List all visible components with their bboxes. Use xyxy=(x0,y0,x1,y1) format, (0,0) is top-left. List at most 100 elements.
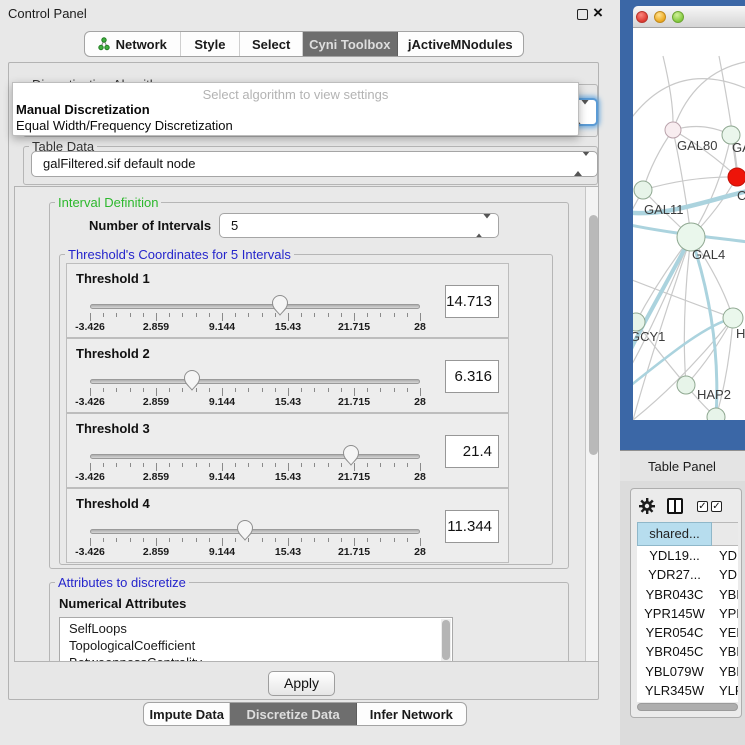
table-row[interactable]: YIL052CYIL0 xyxy=(637,700,738,702)
cell-shared-name[interactable]: YDR27... xyxy=(637,565,712,584)
tick-mark xyxy=(341,313,342,317)
network-edge[interactable] xyxy=(673,62,745,130)
dropdown-option-equal-width[interactable]: Equal Width/Frequency Discretization xyxy=(16,118,233,133)
network-edge[interactable] xyxy=(633,278,733,318)
cell-shared-name[interactable]: YPR145W xyxy=(637,604,712,623)
table-row[interactable]: YDR27...YDR2 xyxy=(637,565,738,584)
number-of-intervals-value: 5 xyxy=(231,218,238,233)
close-icon[interactable]: × xyxy=(593,3,603,23)
tab-infer-network[interactable]: Infer Network xyxy=(357,703,466,725)
horizontal-scrollbar[interactable] xyxy=(637,703,738,712)
apply-button[interactable]: Apply xyxy=(268,671,335,696)
slider-track[interactable] xyxy=(90,304,420,309)
threshold-value-field[interactable]: 6.316 xyxy=(445,360,499,393)
zoom-traffic-light-icon[interactable] xyxy=(672,11,684,23)
numerical-attributes-list[interactable]: SelfLoopsTopologicalCoefficientBetweenne… xyxy=(59,617,453,662)
tick-mark xyxy=(196,388,197,392)
network-edge[interactable] xyxy=(684,237,691,385)
cell-name[interactable]: YBR0 xyxy=(712,585,738,604)
tick-mark xyxy=(116,463,117,467)
cell-name[interactable]: YDR2 xyxy=(712,565,738,584)
slider-track[interactable] xyxy=(90,454,420,459)
scrollbar-thumb[interactable] xyxy=(589,215,598,455)
tick-mark xyxy=(380,538,381,542)
tick-mark xyxy=(394,313,395,317)
cell-name[interactable]: YBR0 xyxy=(712,642,738,661)
tab-impute-data[interactable]: Impute Data xyxy=(144,703,230,725)
network-node[interactable] xyxy=(707,408,725,420)
tab-cyni-toolbox[interactable]: Cyni Toolbox xyxy=(303,32,398,56)
table-row[interactable]: YLR345WYLR3 xyxy=(637,681,738,700)
gear-icon[interactable] xyxy=(639,498,655,514)
slider-track[interactable] xyxy=(90,529,420,534)
tab-jactivemnodules[interactable]: jActiveMNodules xyxy=(398,32,523,56)
table-row[interactable]: YBR045CYBR0 xyxy=(637,642,738,661)
table-data-combobox[interactable]: galFiltered.sif default node xyxy=(31,151,598,177)
network-node-c[interactable] xyxy=(728,168,745,186)
table-row[interactable]: YDL19...YDL1 xyxy=(637,546,738,565)
cell-name[interactable]: YIL0 xyxy=(712,700,738,702)
tick-mark xyxy=(130,538,131,542)
cell-shared-name[interactable]: YBL079W xyxy=(637,662,712,681)
cell-shared-name[interactable]: YER054C xyxy=(637,623,712,642)
cell-name[interactable]: YLR3 xyxy=(712,681,738,700)
threshold-value-field[interactable]: 14.713 xyxy=(445,285,499,318)
tick-mark xyxy=(196,538,197,542)
attribute-list-item[interactable]: SelfLoops xyxy=(60,620,452,637)
cell-name[interactable]: YPR1 xyxy=(712,604,738,623)
threshold-value-field[interactable]: 11.344 xyxy=(445,510,499,543)
column-header-shared-name[interactable]: shared... xyxy=(637,522,712,546)
cell-shared-name[interactable]: YLR345W xyxy=(637,681,712,700)
network-node-hap2[interactable] xyxy=(677,376,695,394)
table-row[interactable]: YBL079WYBL0 xyxy=(637,662,738,681)
network-edge[interactable] xyxy=(643,130,673,190)
network-edge[interactable] xyxy=(643,177,737,190)
number-of-intervals-combobox[interactable]: 5 xyxy=(219,213,499,238)
node-table[interactable]: shared... na YDL19...YDL1YDR27...YDR2YBR… xyxy=(637,522,738,702)
list-scrollbar[interactable] xyxy=(441,619,451,662)
tick-mark xyxy=(222,388,223,396)
dropdown-option-manual[interactable]: Manual Discretization xyxy=(16,102,150,117)
tab-discretize-data[interactable]: Discretize Data xyxy=(230,703,356,725)
network-node-h[interactable] xyxy=(723,308,743,328)
tab-network[interactable]: Network xyxy=(85,32,181,56)
float-window-icon[interactable] xyxy=(577,9,588,20)
network-node-gal11[interactable] xyxy=(634,181,652,199)
network-icon xyxy=(98,37,110,51)
slider-track[interactable] xyxy=(90,379,420,384)
cell-name[interactable]: YBL0 xyxy=(712,662,738,681)
vertical-scrollbar[interactable] xyxy=(585,187,599,662)
cell-name[interactable]: YDL1 xyxy=(712,546,738,565)
attribute-list-item[interactable]: BetweennessCentrality xyxy=(60,654,452,662)
cell-name[interactable]: YER0 xyxy=(712,623,738,642)
tab-style[interactable]: Style xyxy=(181,32,241,56)
tick-mark xyxy=(235,313,236,317)
checkbox-icon[interactable]: ✓ xyxy=(697,501,708,512)
table-row[interactable]: YPR145WYPR1 xyxy=(637,604,738,623)
network-window-titlebar[interactable] xyxy=(633,6,745,28)
close-traffic-light-icon[interactable] xyxy=(636,11,648,23)
column-header-name[interactable]: na xyxy=(712,522,738,546)
cell-shared-name[interactable]: YBR045C xyxy=(637,642,712,661)
cell-shared-name[interactable]: YDL19... xyxy=(637,546,712,565)
network-canvas[interactable]: GAL80GACGAL11GAL4GCY1HHAP2 xyxy=(633,28,745,420)
tick-mark xyxy=(275,538,276,542)
cell-shared-name[interactable]: YIL052C xyxy=(637,700,712,702)
scrollbar-thumb[interactable] xyxy=(637,703,738,711)
cell-shared-name[interactable]: YBR043C xyxy=(637,585,712,604)
table-row[interactable]: YER054CYER0 xyxy=(637,623,738,642)
tick-label: 28 xyxy=(390,321,450,333)
tick-mark xyxy=(103,313,104,317)
tab-select[interactable]: Select xyxy=(240,32,303,56)
table-row[interactable]: YBR043CYBR0 xyxy=(637,585,738,604)
threshold-value-field[interactable]: 21.4 xyxy=(445,435,499,468)
checkbox-icon[interactable]: ✓ xyxy=(711,501,722,512)
network-node-gal80[interactable] xyxy=(665,122,681,138)
minimize-traffic-light-icon[interactable] xyxy=(654,11,666,23)
tick-label: -3.426 xyxy=(60,471,120,483)
attribute-list-item[interactable]: TopologicalCoefficient xyxy=(60,637,452,654)
column-layout-icon[interactable] xyxy=(667,498,683,514)
tick-mark xyxy=(314,538,315,542)
network-edge[interactable] xyxy=(633,79,745,124)
tick-mark xyxy=(301,538,302,542)
